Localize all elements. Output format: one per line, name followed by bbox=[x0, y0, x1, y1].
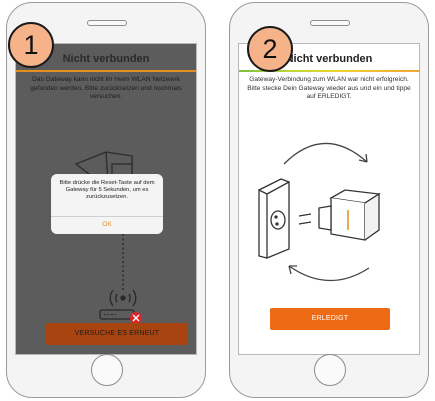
plug-prongs-icon bbox=[298, 213, 312, 225]
home-button[interactable] bbox=[314, 354, 346, 386]
home-button[interactable] bbox=[91, 354, 123, 386]
speaker-slot bbox=[310, 20, 350, 26]
dialog-divider bbox=[51, 216, 163, 217]
reset-dialog: Bitte drücke die Reset-Taste auf dem Gat… bbox=[51, 174, 163, 234]
dialog-message: Bitte drücke die Reset-Taste auf dem Gat… bbox=[59, 180, 155, 201]
step-number-badge: 2 bbox=[247, 26, 293, 72]
step-number-badge: 1 bbox=[8, 22, 54, 68]
screen-not-connected-replug: Nicht verbunden Gateway-Verbindung zum W… bbox=[238, 43, 420, 355]
rotate-arrow-top-icon bbox=[283, 142, 368, 165]
wall-socket-icon bbox=[258, 178, 290, 259]
rotate-arrow-bottom-icon bbox=[288, 265, 370, 282]
gateway-device-icon bbox=[318, 189, 381, 241]
done-button[interactable]: ERLEDIGT bbox=[270, 308, 390, 330]
retry-button[interactable]: VERSUCHE ES ERNEUT bbox=[46, 323, 188, 345]
speaker-slot bbox=[87, 20, 127, 26]
screen-not-connected-reset: Nicht verbunden Das Gateway kann nicht i… bbox=[15, 43, 197, 355]
wifi-signal-icon bbox=[109, 289, 137, 307]
router-icon bbox=[99, 309, 135, 320]
dialog-ok-button[interactable]: OK bbox=[51, 218, 163, 232]
